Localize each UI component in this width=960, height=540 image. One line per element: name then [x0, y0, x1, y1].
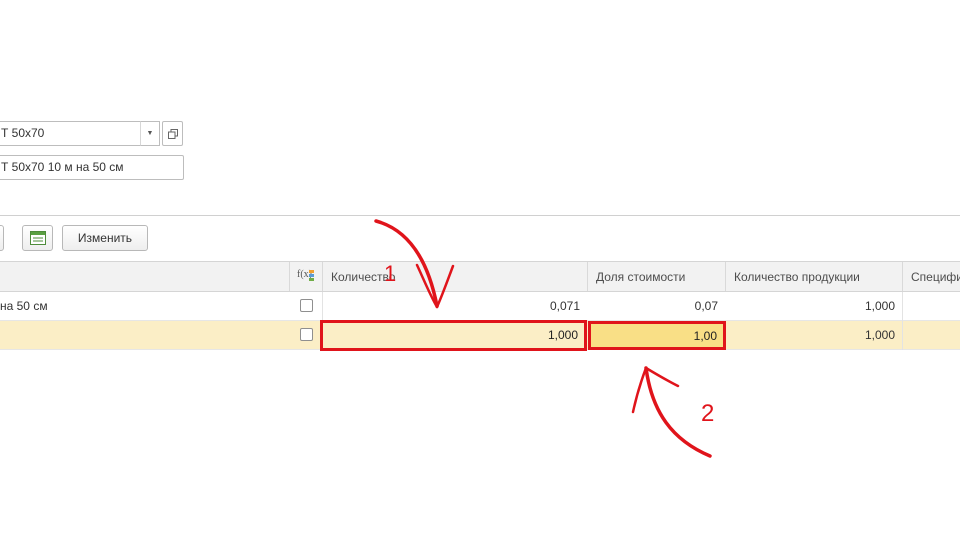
annotation-label-2: 2	[701, 400, 714, 427]
annotation-overlay: 1 2	[374, 219, 714, 458]
annotation-arrow-2	[631, 366, 712, 458]
annotation-label-1: 1	[384, 261, 396, 286]
